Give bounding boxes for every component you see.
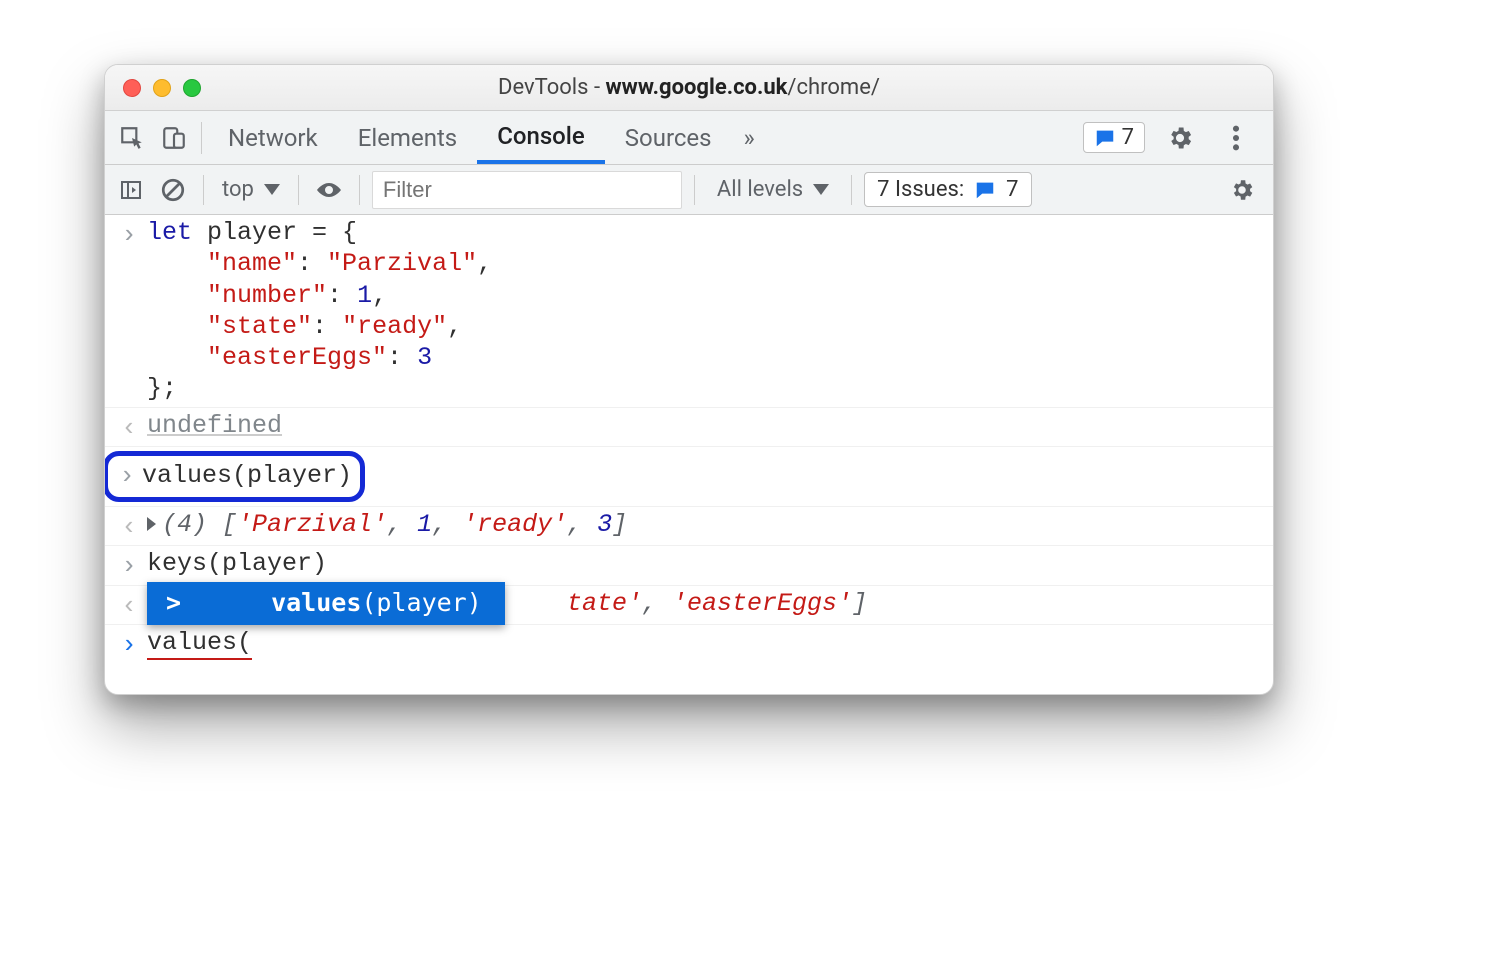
highlight-annotation: values(player) [104,451,365,502]
main-tabbar: Network Elements Console Sources » 7 [105,111,1273,165]
devtools-window: DevTools - www.google.co.uk/chrome/ Netw… [104,64,1274,695]
message-icon [974,179,996,201]
live-prompt-icon [111,627,147,662]
title-prefix: DevTools - [498,75,605,100]
tab-network[interactable]: Network [208,111,338,164]
issues-label: 7 Issues: [877,177,964,202]
live-expression-icon[interactable] [311,172,347,208]
separator [298,175,299,205]
device-toolbar-icon[interactable] [153,117,195,159]
live-input[interactable]: values( [147,627,1265,658]
array-preview[interactable]: (4) ['Parzival', 1, 'ready', 3] [147,509,1265,540]
chevron-down-icon [813,184,829,195]
history-chevron-icon: > [166,587,181,618]
window-title: DevTools - www.google.co.uk/chrome/ [105,75,1273,100]
context-picker[interactable]: top [216,177,286,202]
levels-label: All levels [717,177,803,202]
kebab-menu-icon[interactable] [1215,117,1257,159]
input-prompt-icon [112,458,142,493]
inspect-element-icon[interactable] [111,117,153,159]
messages-count: 7 [1122,125,1134,150]
console-output-row: undefined [105,407,1273,447]
autocomplete-popup[interactable]: > values(player) [147,582,505,625]
chevron-down-icon [264,184,280,195]
undefined-value: undefined [147,411,282,440]
separator [851,175,852,205]
separator [694,175,695,205]
console-input-row: keys(player) [105,545,1273,585]
clear-console-icon[interactable] [155,172,191,208]
code-line: keys(player) [147,548,1265,579]
output-prompt-icon [111,410,147,445]
console-settings-icon[interactable] [1229,172,1265,208]
filter-input[interactable] [372,171,682,209]
separator [359,175,360,205]
separator [201,122,202,154]
title-host: www.google.co.uk [606,75,788,100]
console-toolbar: top All levels 7 Issues: 7 [105,165,1273,215]
autocomplete-suffix: (player) [361,587,481,618]
messages-badge[interactable]: 7 [1083,122,1145,153]
console-output-row: (4) ['Parzival', 1, 'ready', 3] [105,506,1273,546]
tab-sources[interactable]: Sources [605,111,732,164]
log-levels-picker[interactable]: All levels [707,177,839,202]
titlebar: DevTools - www.google.co.uk/chrome/ [105,65,1273,111]
console-body: let player = { "name": "Parzival", "numb… [105,215,1273,694]
issues-button[interactable]: 7 Issues: 7 [864,172,1031,207]
panel-tabs: Network Elements Console Sources » [208,111,767,164]
context-label: top [222,177,254,202]
output-prompt-icon [111,509,147,544]
toggle-sidebar-icon[interactable] [113,172,149,208]
autocomplete-match: values [271,587,361,618]
separator [203,175,204,205]
console-live-input-row[interactable]: values( [105,624,1273,664]
console-input-row: let player = { "name": "Parzival", "numb… [105,215,1273,407]
code-line: values(player) [142,460,352,491]
tab-elements[interactable]: Elements [338,111,477,164]
settings-icon[interactable] [1159,117,1201,159]
console-input-row: values(player) [105,446,1273,506]
input-prompt-icon [111,548,147,583]
expand-icon[interactable] [147,517,156,531]
input-prompt-icon [111,217,147,252]
console-output-row: tate', 'easterEggs'] >values(player) [105,585,1273,625]
message-icon [1094,127,1116,149]
tab-console[interactable]: Console [477,111,605,164]
code-block: let player = { "name": "Parzival", "numb… [147,217,1265,405]
output-prompt-icon [111,588,147,623]
title-path: /chrome/ [787,75,880,100]
issues-count: 7 [1006,177,1018,202]
tab-more[interactable]: » [732,111,767,164]
